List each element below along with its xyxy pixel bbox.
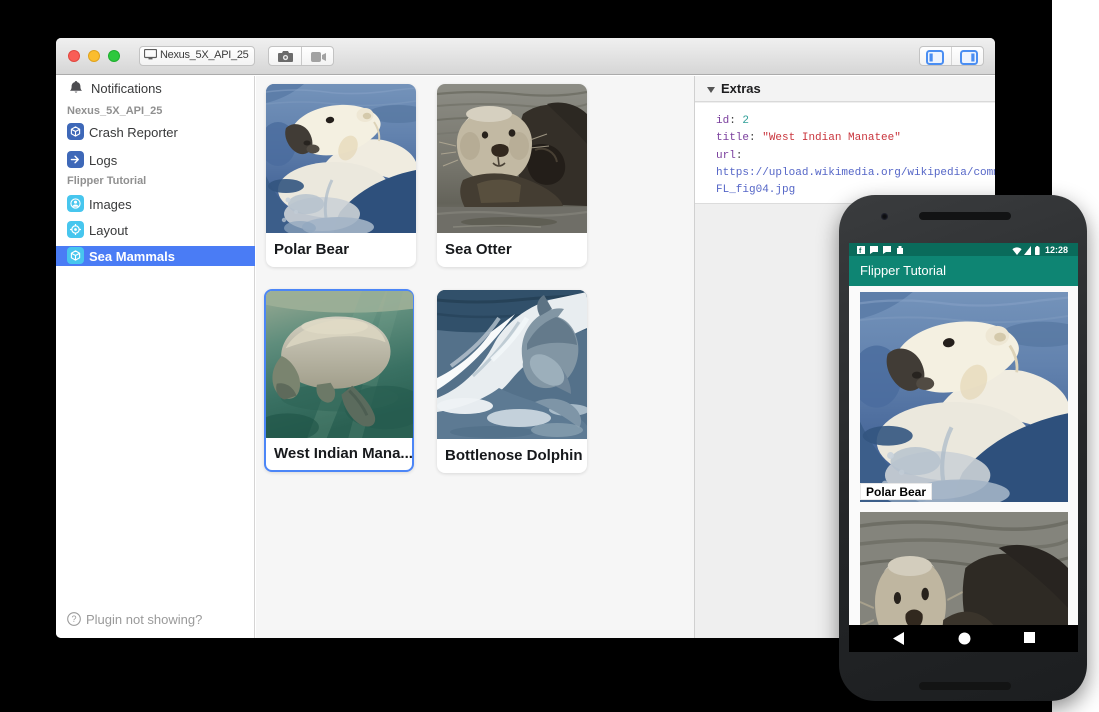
- svg-text:?: ?: [71, 614, 76, 624]
